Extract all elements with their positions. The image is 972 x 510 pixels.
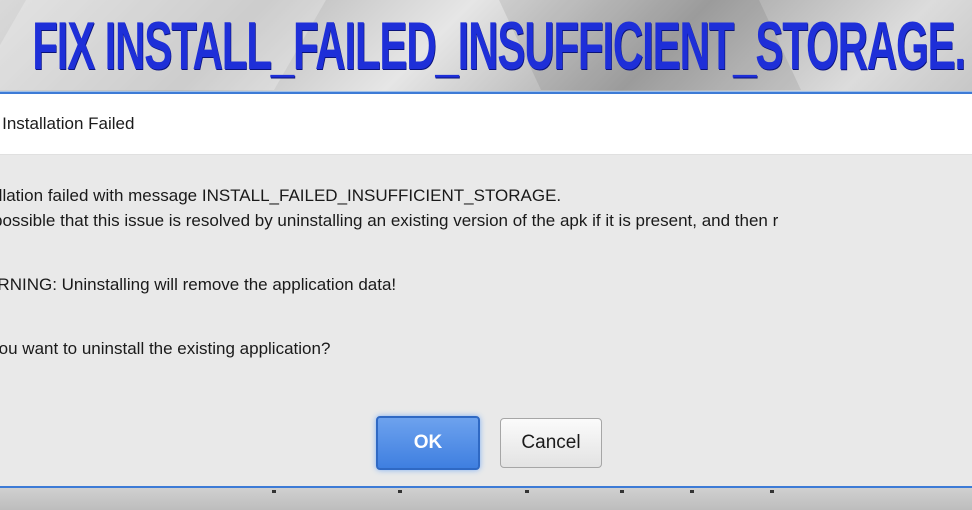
dialog-titlebar: tion Installation Failed	[0, 94, 972, 155]
background-mark	[770, 490, 774, 493]
message-install-failed: stallation failed with message INSTALL_F…	[0, 186, 562, 205]
background-mark	[398, 490, 402, 493]
message-question: o you want to uninstall the existing app…	[0, 339, 331, 358]
background-mark	[272, 490, 276, 493]
background-mark	[620, 490, 624, 493]
page-headline: FIX INSTALL_FAILED_INSUFFICIENT_STORAGE.	[32, 8, 966, 84]
message-resolution-hint: is possible that this issue is resolved …	[0, 211, 779, 230]
dialog-button-row: OK Cancel	[376, 416, 602, 470]
message-warning: VARNING: Uninstalling will remove the ap…	[0, 275, 397, 294]
dialog-title: tion Installation Failed	[0, 114, 135, 133]
cancel-button[interactable]: Cancel	[500, 418, 602, 468]
ok-button[interactable]: OK	[376, 416, 480, 470]
background-mark	[525, 490, 529, 493]
background-editor-strip	[0, 488, 972, 510]
installation-failed-dialog: tion Installation Failed stallation fail…	[0, 92, 972, 488]
background-mark	[690, 490, 694, 493]
dialog-body: stallation failed with message INSTALL_F…	[0, 155, 972, 361]
